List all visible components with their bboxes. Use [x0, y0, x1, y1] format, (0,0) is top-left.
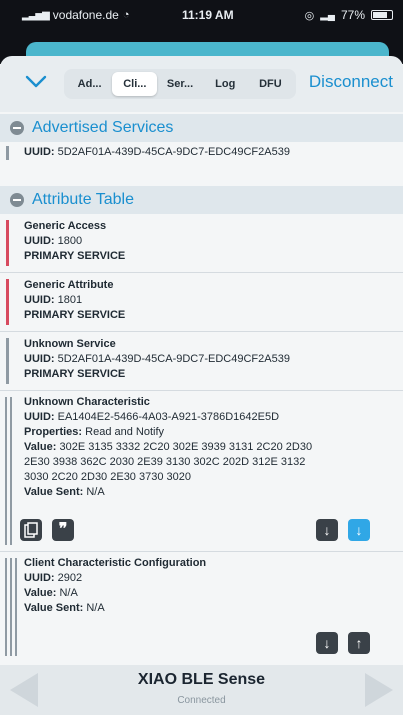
row-indicator — [6, 338, 9, 384]
tab-client[interactable]: Cli... — [112, 72, 158, 96]
value-label: Value: — [24, 441, 57, 453]
descriptor-uuid: 2902 — [57, 572, 83, 584]
service-type: PRIMARY SERVICE — [24, 250, 126, 262]
row-indicator — [5, 397, 7, 545]
characteristic-value-cont: 3030 2C20 2D30 2E30 3730 3020 — [24, 471, 191, 483]
arrow-up-icon[interactable]: ↑ — [348, 632, 370, 654]
uuid-label: UUID: — [24, 146, 55, 158]
service-name: Generic Attribute — [24, 279, 114, 291]
service-type: PRIMARY SERVICE — [24, 309, 126, 321]
attribute-table-title: Attribute Table — [32, 191, 134, 208]
service-uuid: 5D2AF01A-439D-45CA-9DC7-EDC49CF2A539 — [57, 353, 290, 365]
carrier-label: vodafone.de — [52, 8, 119, 22]
properties-label: Properties: — [24, 426, 83, 438]
service-row-generic-attribute[interactable]: Generic Attribute UUID: 1801 PRIMARY SER… — [0, 273, 403, 331]
status-bar: ▂▃▅▆ vodafone.de ◔ 11:19 AM ◎ ▂▄ 77% — [0, 0, 403, 30]
tab-advertiser[interactable]: Ad... — [67, 72, 112, 96]
uuid-label: UUID: — [24, 294, 55, 306]
uuid-label: UUID: — [24, 411, 55, 423]
value-sent: N/A — [86, 486, 105, 498]
location-icon: ◎ — [304, 9, 315, 22]
service-uuid: 1801 — [57, 294, 83, 306]
service-type: PRIMARY SERVICE — [24, 368, 126, 380]
row-indicator — [10, 558, 12, 656]
device-name: XIAO BLE Sense — [137, 671, 266, 688]
notify-arrow-icon[interactable]: ↓ — [348, 519, 370, 541]
characteristic-uuid: EA1404E2-5466-4A03-A921-3786D1642E5D — [57, 411, 280, 423]
connection-status: Connected — [177, 695, 226, 706]
copy-icon[interactable] — [20, 519, 42, 541]
battery-icon — [371, 10, 393, 20]
descriptor-row[interactable]: Client Characteristic Configuration UUID… — [0, 552, 403, 662]
next-device-icon[interactable] — [365, 673, 393, 707]
quote-icon[interactable]: ❞ — [52, 519, 74, 541]
time-label: 11:19 AM — [182, 8, 234, 22]
advertised-services-header[interactable]: Advertised Services — [0, 114, 403, 142]
service-name: Unknown Service — [24, 338, 116, 350]
tab-server[interactable]: Ser... — [157, 72, 202, 96]
service-row-generic-access[interactable]: Generic Access UUID: 1800 PRIMARY SERVIC… — [0, 214, 403, 272]
characteristic-value: 302E 3135 3332 2C20 302E 3939 3131 2C20 … — [59, 441, 313, 453]
collapse-icon[interactable] — [10, 121, 24, 135]
row-indicator — [6, 146, 9, 160]
arrow-down-icon[interactable]: ↓ — [316, 632, 338, 654]
row-indicator — [6, 279, 9, 325]
carrier-group: ▂▃▅▆ vodafone.de ◔ — [22, 8, 129, 22]
row-indicator — [6, 220, 9, 266]
service-name: Generic Access — [24, 220, 107, 232]
descriptor-name: Client Characteristic Configuration — [24, 557, 207, 569]
status-right: ◎ ▂▄ 77% — [305, 8, 393, 22]
attribute-table-header[interactable]: Attribute Table — [0, 186, 403, 214]
battery-percent: 77% — [340, 8, 365, 22]
value-sent-label: Value Sent: — [24, 602, 84, 614]
characteristic-properties: Read and Notify — [85, 426, 165, 438]
uuid-label: UUID: — [24, 572, 55, 584]
row-indicator — [10, 397, 12, 545]
advertised-service-row: UUID: 5D2AF01A-439D-45CA-9DC7-EDC49CF2A5… — [0, 142, 403, 164]
row-indicator — [5, 558, 7, 656]
value-sent: N/A — [86, 602, 105, 614]
uuid-label: UUID: — [24, 353, 55, 365]
characteristic-row[interactable]: Unknown Characteristic UUID: EA1404E2-54… — [0, 391, 403, 551]
uuid-label: UUID: — [24, 235, 55, 247]
tab-dfu[interactable]: DFU — [248, 72, 293, 96]
top-navigation: Ad... Cli... Ser... Log DFU Disconnect — [0, 56, 403, 112]
advertised-services-title: Advertised Services — [32, 119, 174, 136]
collapse-icon[interactable] — [10, 193, 24, 207]
disconnect-button[interactable]: Disconnect — [309, 72, 393, 92]
device-bar: XIAO BLE Sense Connected — [0, 665, 403, 715]
row-indicator — [15, 558, 17, 656]
advertised-uuid: 5D2AF01A-439D-45CA-9DC7-EDC49CF2A539 — [57, 146, 290, 158]
tab-segmented-control: Ad... Cli... Ser... Log DFU — [64, 69, 296, 99]
service-row-unknown-service[interactable]: Unknown Service UUID: 5D2AF01A-439D-45CA… — [0, 332, 403, 390]
characteristic-name: Unknown Characteristic — [24, 396, 150, 408]
chevron-down-icon[interactable] — [24, 72, 48, 92]
value-label: Value: — [24, 587, 57, 599]
descriptor-value: N/A — [59, 587, 78, 599]
service-uuid: 1800 — [57, 235, 83, 247]
wifi-icon: ◔ — [122, 9, 130, 21]
value-sent-label: Value Sent: — [24, 486, 84, 498]
signal-icon: ▂▃▅▆ — [22, 9, 50, 21]
tab-log[interactable]: Log — [203, 72, 248, 96]
arrow-down-icon[interactable]: ↓ — [316, 519, 338, 541]
characteristic-value-cont: 2E30 3938 362C 2030 2E39 3130 302C 202D … — [24, 456, 306, 468]
signal-strength-icon: ▂▄ — [320, 9, 335, 21]
